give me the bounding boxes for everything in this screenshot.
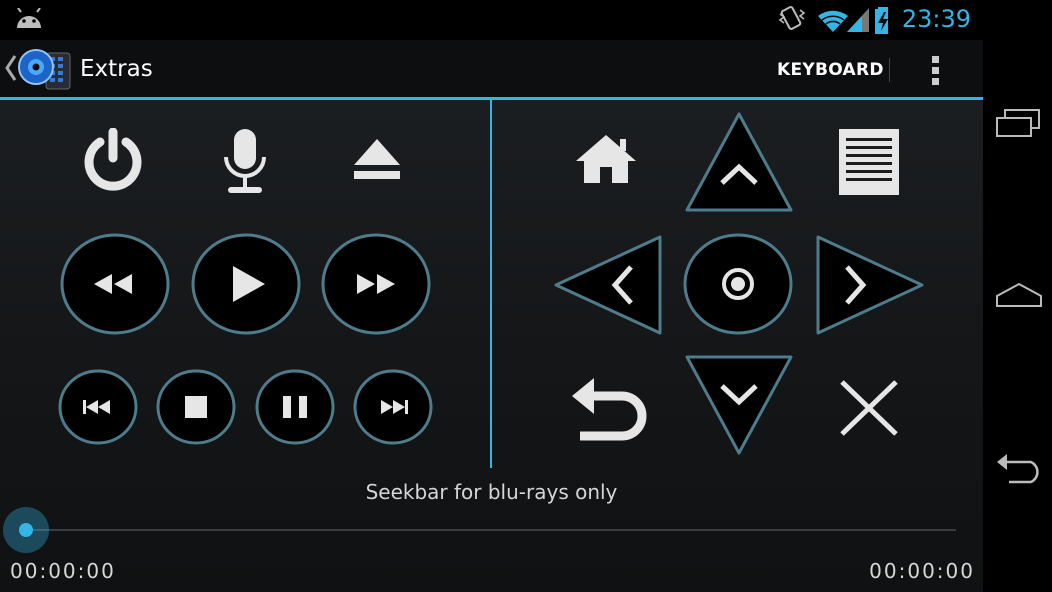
next-button[interactable] [352,368,434,446]
seekbar-label: Seekbar for blu-rays only [365,480,618,504]
pause-button[interactable] [254,368,336,446]
back-button[interactable] [570,374,650,442]
eject-button[interactable] [350,135,404,183]
remote-screen: 23:39 Extras KEYBOARD Seekbar for blu-ra… [0,0,983,592]
status-bar: 23:39 [0,0,983,40]
elapsed-time: 00:00:00 [10,559,116,583]
select-button[interactable] [681,231,795,337]
signal-icon [847,8,869,32]
home-icon [576,135,636,183]
panel-divider [490,100,492,468]
right-button[interactable] [813,233,927,337]
up-caret-icon[interactable] [4,54,18,86]
microphone-button[interactable] [218,127,272,197]
eject-icon [354,139,400,179]
play-button[interactable] [189,231,303,337]
seekbar-thumb-core [19,523,33,537]
wifi-icon [818,10,848,32]
keyboard-button[interactable]: KEYBOARD [777,60,884,80]
vibrate-icon [778,6,806,30]
power-icon [84,128,142,191]
app-disc-icon[interactable] [18,47,72,95]
navigation-bar [983,0,1052,592]
back-nav-icon[interactable] [995,452,1047,484]
action-bar-separator [889,58,890,82]
close-icon [840,380,898,436]
status-clock: 23:39 [901,5,971,33]
menu-button[interactable] [836,126,902,198]
android-debug-icon [14,7,44,34]
recent-apps-icon[interactable] [995,108,1043,138]
left-button[interactable] [551,233,665,337]
previous-button[interactable] [57,368,139,446]
rewind-button[interactable] [58,231,172,337]
home-nav-icon[interactable] [995,282,1043,308]
stop-icon [185,396,207,418]
microphone-icon [224,129,266,193]
fast-forward-button[interactable] [319,231,433,337]
total-time: 00:00:00 [869,559,975,583]
overflow-menu-icon[interactable] [929,54,943,92]
menu-list-icon [839,129,899,195]
back-arrow-icon [572,378,647,441]
stop-button[interactable] [155,368,237,446]
down-button[interactable] [682,352,796,458]
status-icons [778,4,891,40]
power-button[interactable] [80,128,146,194]
home-button[interactable] [574,131,638,187]
seekbar-thumb[interactable] [3,507,49,553]
seekbar-track[interactable] [26,529,956,531]
close-button[interactable] [838,378,900,438]
page-title: Extras [80,56,153,82]
battery-charging-icon [875,7,891,34]
up-button[interactable] [682,109,796,215]
